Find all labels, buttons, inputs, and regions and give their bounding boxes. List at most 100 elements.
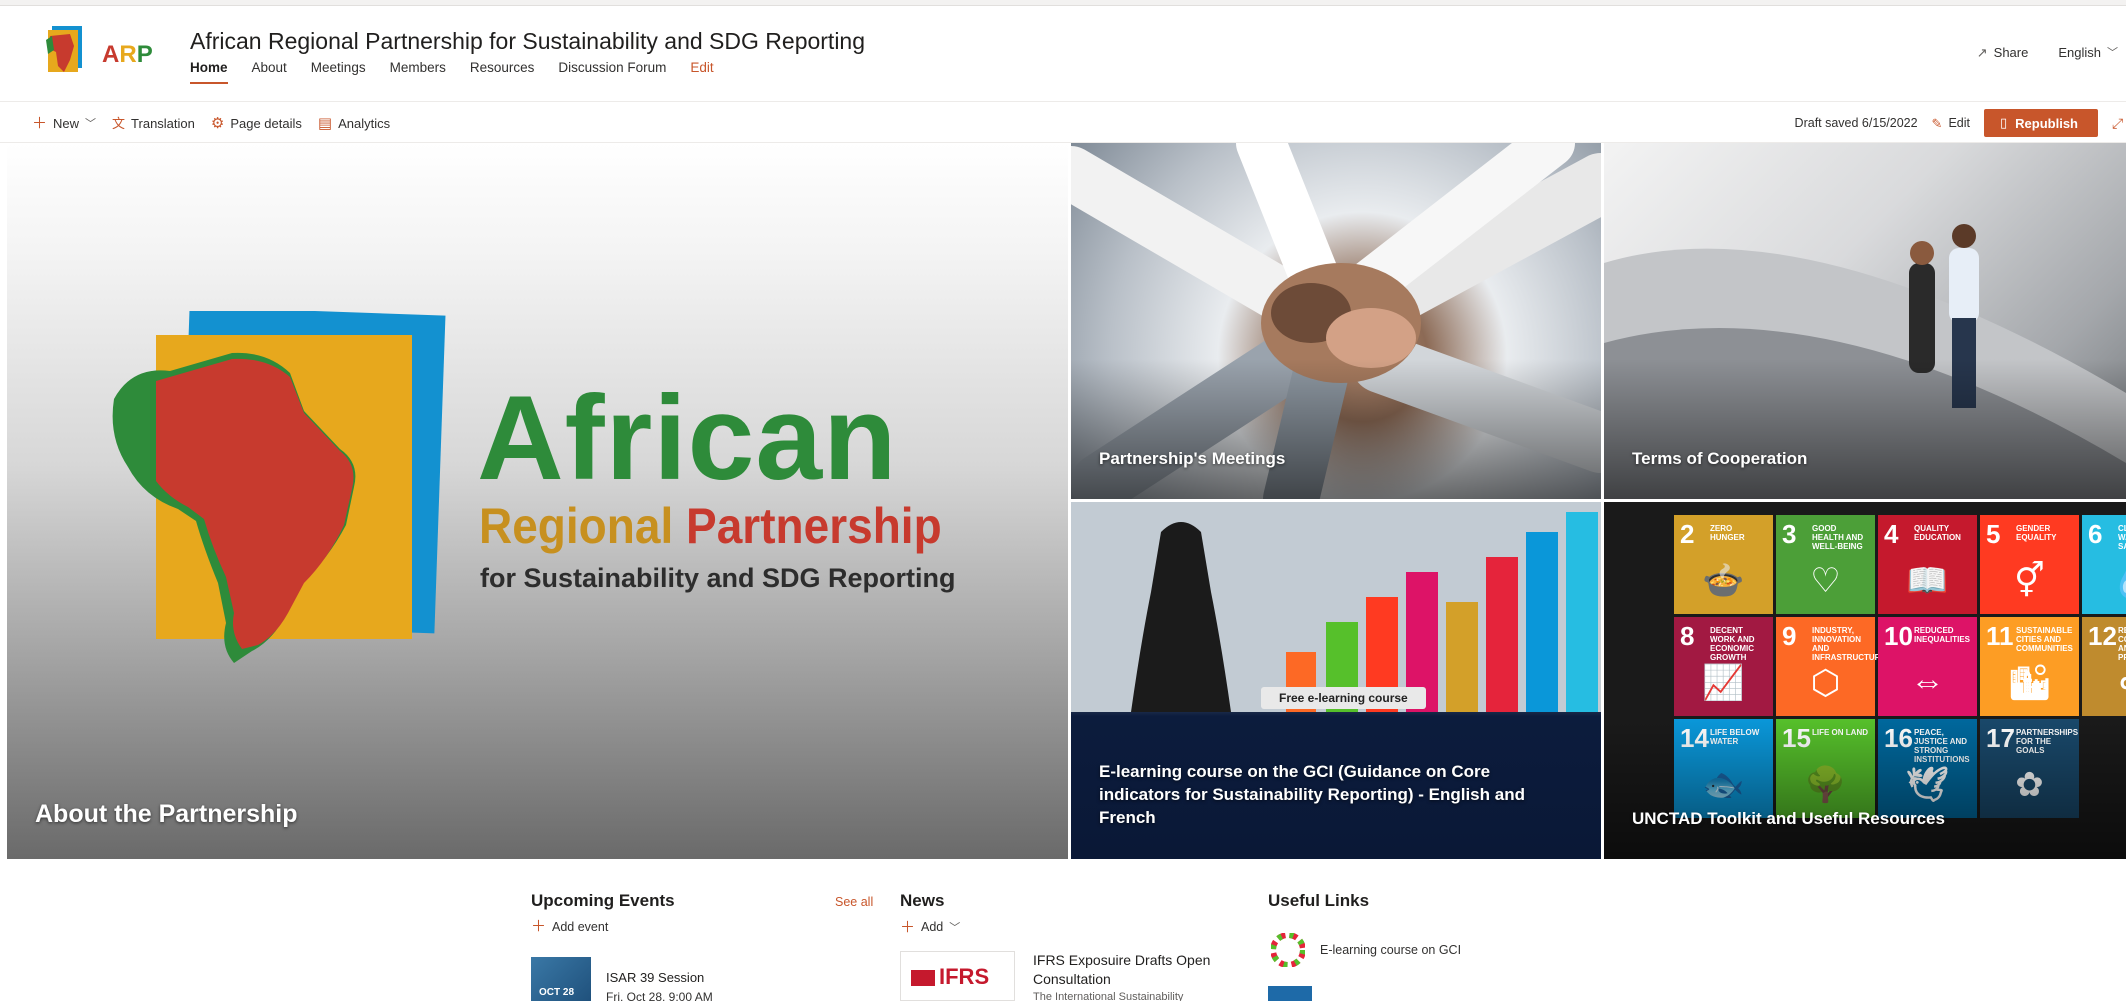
brand-title-regional-partnership: Regional Partnership: [479, 501, 942, 551]
translation-label: Translation: [131, 115, 195, 131]
hero-tile-unctad-toolkit[interactable]: 2 ZERO HUNGER 🍲 3 GOOD HEALTH AND WELL-BEING…: [1604, 502, 2126, 859]
sdg-tile-12: 12RESPONSIBLE CONSUMPTION AND PRODUCTION…: [2082, 617, 2126, 716]
republish-button[interactable]: ▯ Republish: [1984, 109, 2098, 137]
chevron-down-icon: ﹀: [85, 118, 97, 130]
page-details-button[interactable]: ⚙ Page details: [211, 116, 302, 131]
sdg-number: 5: [1986, 519, 2001, 549]
useful-link-thumbnail[interactable]: [1268, 986, 1312, 1001]
event-title[interactable]: ISAR 39 Session: [606, 970, 704, 985]
edit-button[interactable]: ✎ Edit: [1932, 116, 1970, 130]
hero-tile-partnership-meetings[interactable]: Partnership's Meetings: [1071, 143, 1601, 499]
event-date-badge: OCT 28: [539, 987, 575, 998]
pencil-icon: ✎: [1931, 115, 1943, 131]
elearning-illustration: [1071, 502, 1601, 712]
republish-icon: ▯: [2000, 115, 2008, 130]
hero-tile-label: Partnership's Meetings: [1099, 449, 1286, 468]
analytics-icon: ▤: [317, 114, 333, 132]
nav-item-home[interactable]: Home: [190, 60, 228, 84]
share-icon: ↗: [1976, 44, 1988, 60]
sdg-number: 11: [1986, 621, 2014, 651]
ifrs-mark-icon: [911, 970, 935, 986]
news-thumbnail[interactable]: IFRS: [900, 951, 1015, 1001]
brand-subtitle: for Sustainability and SDG Reporting: [480, 563, 956, 593]
brand-word-regional: Regional: [479, 498, 674, 554]
hero-tile-about-partnership[interactable]: African Regional Partnership for Sustain…: [7, 143, 1068, 859]
sdg-number: 8: [1680, 621, 1695, 651]
gear-icon: ⚙: [210, 114, 225, 132]
translation-icon: 文: [112, 115, 126, 131]
logo-text: ARP: [102, 41, 153, 68]
nav-edit-link[interactable]: Edit: [690, 60, 713, 84]
analytics-button[interactable]: ▤ Analytics: [318, 116, 390, 131]
nav-item-discussion-forum[interactable]: Discussion Forum: [558, 60, 666, 84]
sdg-tile-4: 4 QUALITY EDUCATION 📖: [1878, 515, 1977, 614]
sdg-number: 3: [1782, 519, 1797, 549]
sdg-icon: ⚥: [2014, 562, 2045, 600]
page-sections: Upcoming Events See all ＋ Add event OCT …: [0, 859, 2126, 1001]
add-news-button[interactable]: ＋ Add ﹀: [900, 919, 960, 935]
hero-tile-elearning-gci[interactable]: Free e-learning course E-learning course…: [1071, 502, 1601, 859]
ifrs-logo-text: IFRS: [939, 964, 990, 989]
events-see-all-link[interactable]: See all: [835, 895, 873, 909]
edit-label: Edit: [1948, 116, 1970, 130]
sdg-caption: GENDER EQUALITY: [2016, 524, 2057, 542]
add-event-button[interactable]: ＋ Add event: [531, 919, 608, 934]
sdg-icon: ⇔: [1910, 663, 1945, 701]
events-section-title: Upcoming Events: [531, 891, 675, 910]
republish-label: Republish: [2015, 115, 2078, 131]
chevron-down-icon: ﹀: [949, 922, 961, 934]
sdg-wheel-icon: [1268, 930, 1308, 970]
useful-link-item[interactable]: E-learning course on GCI: [1268, 930, 1461, 970]
draft-status: Draft saved 6/15/2022: [1794, 116, 1918, 130]
sdg-icon: 💧: [2082, 561, 2126, 601]
translation-button[interactable]: 文 Translation: [112, 116, 195, 131]
event-thumbnail[interactable]: OCT 28: [531, 957, 591, 1001]
hero-tile-terms-of-cooperation[interactable]: Terms of Cooperation: [1604, 143, 2126, 499]
site-title[interactable]: African Regional Partnership for Sustain…: [190, 28, 865, 55]
sdg-caption: GOOD HEALTH AND WELL-BEING: [1812, 524, 1864, 551]
site-logo[interactable]: ARP: [44, 26, 164, 86]
sdg-caption: DECENT WORK AND ECONOMIC GROWTH: [1710, 626, 1755, 662]
page-command-bar: ＋ New ﹀ 文 Translation ⚙ Page details ▤ A…: [0, 103, 2126, 143]
news-title[interactable]: IFRS Exposuire Drafts Open Consultation: [1033, 951, 1233, 989]
sdg-icon: 📈: [1702, 664, 1745, 702]
sdg-tile-3: 3 GOOD HEALTH AND WELL-BEING ♡: [1776, 515, 1875, 614]
language-selector[interactable]: English ﹀: [2058, 44, 2118, 60]
event-date: Fri, Oct 28, 9:00 AM: [606, 990, 713, 1001]
sdg-caption: INDUSTRY, INNOVATION AND INFRASTRUCTURE: [1812, 626, 1886, 662]
nav-item-resources[interactable]: Resources: [470, 60, 535, 84]
sdg-tile-11: 11 SUSTAINABLE CITIES AND COMMUNITIES 🏙: [1980, 617, 2079, 716]
tile-shade: [1604, 359, 2126, 499]
news-description: The International Sustainability: [1033, 991, 1184, 1001]
sdg-icon: 🏙: [2007, 664, 2052, 702]
brand-word-partnership: Partnership: [686, 498, 942, 554]
new-button[interactable]: ＋ New ﹀: [32, 115, 96, 131]
sdg-tile-6: 6 CLEAN WATER AND SANITATION 💧: [2082, 515, 2126, 614]
language-label: English: [2058, 44, 2101, 60]
sdg-tile-10: 10 REDUCED INEQUALITIES ⇔: [1878, 617, 1977, 716]
news-section-title: News: [900, 891, 945, 910]
analytics-label: Analytics: [338, 115, 391, 131]
sdg-tile-5: 5 GENDER EQUALITY ⚥: [1980, 515, 2079, 614]
useful-link-label: E-learning course on GCI: [1320, 943, 1462, 957]
brand-title-african: African: [477, 371, 898, 505]
nav-item-members[interactable]: Members: [390, 60, 446, 84]
share-label: Share: [1993, 44, 2029, 60]
sdg-number: 6: [2088, 519, 2103, 549]
header-actions: ↗ Share English ﹀: [1977, 44, 2118, 60]
sdg-caption: RESPONSIBLE CONSUMPTION AND PRODUCTION: [2118, 626, 2126, 662]
add-news-label: Add: [921, 920, 944, 934]
links-section-title: Useful Links: [1268, 891, 1370, 910]
sdg-tile-2: 2 ZERO HUNGER 🍲: [1674, 515, 1773, 614]
nav-item-about[interactable]: About: [252, 60, 287, 84]
sdg-number: 10: [1884, 621, 1913, 651]
sdg-caption: CLEAN WATER AND SANITATION: [2118, 524, 2126, 551]
hero-tile-label: Terms of Cooperation: [1632, 449, 1808, 468]
share-button[interactable]: ↗ Share: [1977, 45, 2029, 60]
add-event-label: Add event: [552, 919, 609, 934]
sdg-icon: 🍲: [1702, 562, 1745, 600]
expand-icon[interactable]: ⤢: [2112, 115, 2126, 132]
new-label: New: [53, 115, 80, 131]
nav-item-meetings[interactable]: Meetings: [311, 60, 366, 84]
sdg-caption: QUALITY EDUCATION: [1914, 524, 1961, 542]
